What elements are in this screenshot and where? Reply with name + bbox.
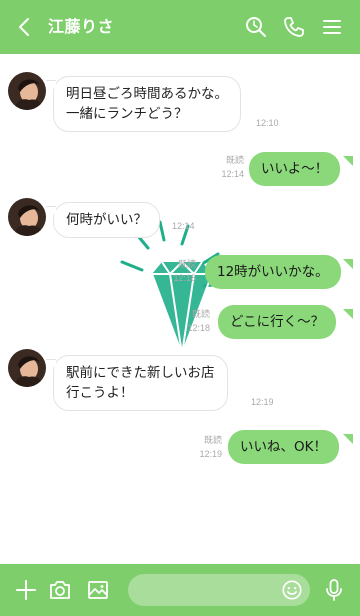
message-bubble-outgoing[interactable]: 12時がいいかな。 [205,255,341,289]
chat-title: 江藤りさ [48,17,115,36]
message-line: 一緒にランチどう？ [66,106,188,122]
message-bubble-outgoing[interactable]: いいよ～！ [249,152,341,186]
message-bubble-incoming[interactable]: 明日昼ごろ時間あるかな。 一緒にランチどう？ [53,76,241,132]
message-time: 12:14 [172,221,195,231]
phone-icon[interactable] [282,15,306,39]
chevron-left-icon[interactable] [14,16,36,38]
input-toolbar [0,564,360,616]
mic-icon[interactable] [322,578,346,602]
chat-header: 江藤りさ [0,0,360,54]
bubble-tail [343,434,353,444]
message-time: 12:19 [251,397,274,407]
plus-icon[interactable] [14,578,38,602]
avatar[interactable] [8,72,46,110]
message-line: 駅前にできた新しいお店 [66,365,215,381]
message-bubble-outgoing[interactable]: どこに行く～？ [218,305,337,339]
bubble-tail [46,206,56,216]
message-line: 明日昼ごろ時間あるかな。 [66,86,228,102]
message-bubble-incoming[interactable]: 何時がいい？ [53,202,160,238]
bubble-tail [343,156,353,166]
message-time: 12:19 [199,449,222,459]
bubble-tail [46,80,56,90]
message-time: 12:18 [187,323,210,333]
menu-icon[interactable] [320,15,344,39]
emoji-icon[interactable] [281,579,303,601]
message-time: 12:18 [173,273,196,283]
message-time: 12:10 [256,118,279,128]
read-receipt: 既読 [191,309,210,319]
bubble-tail [46,359,56,369]
message-time: 12:14 [221,169,244,179]
message-bubble-incoming[interactable]: 駅前にできた新しいお店 行こうよ！ [53,355,228,411]
message-list[interactable]: 明日昼ごろ時間あるかな。 一緒にランチどう？ 12:10 既読 12:14 いい… [0,54,360,564]
read-receipt: 既読 [203,435,222,445]
search-icon[interactable] [244,15,268,39]
bubble-tail [343,259,353,269]
read-receipt: 既読 [225,155,244,165]
bubble-tail [343,309,353,319]
avatar[interactable] [8,198,46,236]
message-bubble-outgoing[interactable]: いいね、OK！ [228,430,339,464]
message-line: 行こうよ！ [66,385,134,401]
camera-icon[interactable] [48,578,72,602]
read-receipt: 既読 [177,259,196,269]
avatar[interactable] [8,349,46,387]
image-icon[interactable] [86,578,110,602]
